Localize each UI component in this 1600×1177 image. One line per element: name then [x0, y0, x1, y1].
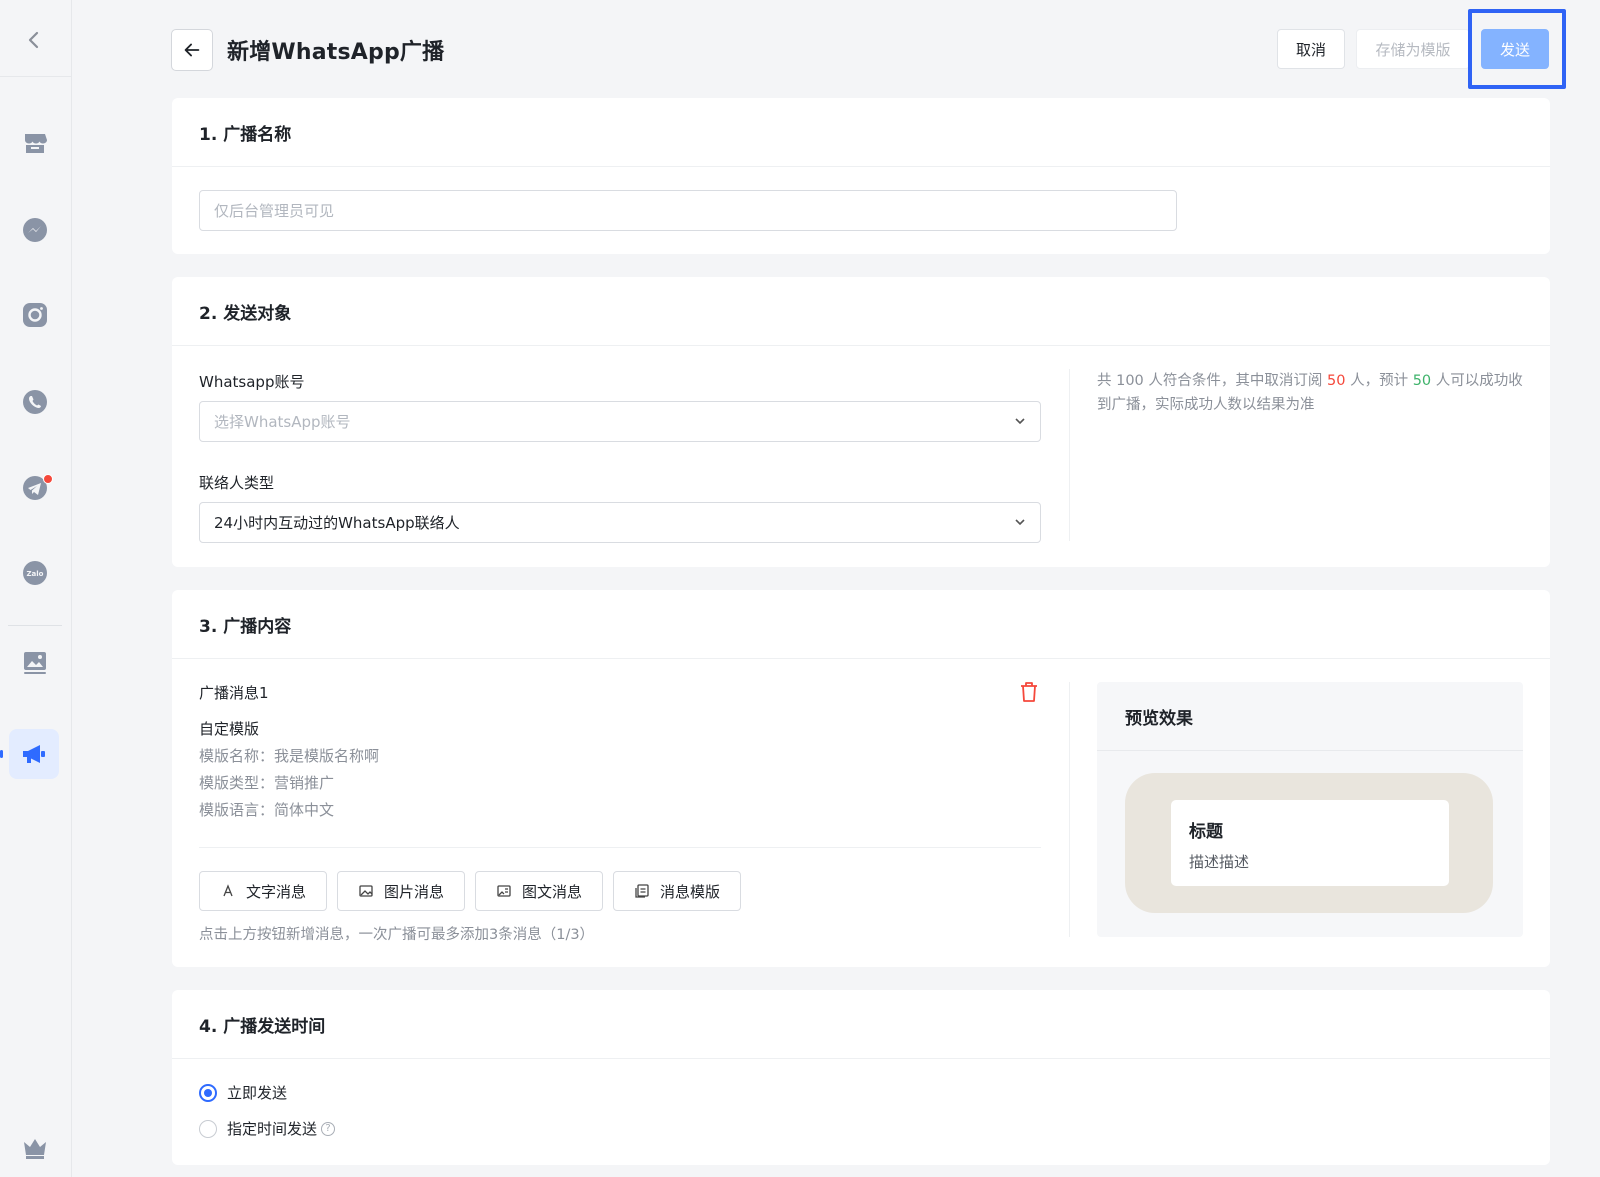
option-label: 立即发送	[227, 1084, 288, 1102]
whatsapp-account-select[interactable]: 选择WhatsApp账号	[199, 401, 1041, 442]
broadcast-content-section: 3. 广播内容 广播消息1 自定模版 模版名称：我是模版名称啊 模版类型：营销推…	[172, 590, 1550, 967]
add-text-message-button[interactable]: 文字消息	[199, 871, 327, 911]
sidebar: Zalo	[0, 0, 72, 1177]
unsubscribed-count: 50	[1327, 373, 1346, 389]
reachable-count: 50	[1412, 373, 1432, 389]
crown-icon[interactable]	[17, 1130, 53, 1166]
preview-title: 预览效果	[1097, 682, 1523, 751]
audience-stats: 共 100 人符合条件，其中取消订阅 50 人，预计 50 人可以成功收到广播，…	[1097, 369, 1537, 417]
zalo-icon[interactable]: Zalo	[17, 555, 53, 591]
image-icon	[359, 885, 373, 897]
bubble-title: 标题	[1189, 822, 1223, 842]
message-title: 广播消息1	[199, 684, 269, 702]
broadcast-name-input[interactable]: 仅后台管理员可见	[199, 190, 1177, 231]
contact-type-value: 24小时内互动过的WhatsApp联络人	[214, 514, 460, 532]
vertical-divider	[1069, 682, 1070, 937]
image-text-icon	[497, 885, 511, 897]
section-title: 2. 发送对象	[172, 277, 1550, 346]
delete-message-icon[interactable]	[1018, 680, 1040, 704]
send-button-highlight	[1468, 9, 1566, 89]
text-icon	[223, 884, 233, 897]
megaphone-icon[interactable]	[9, 729, 59, 779]
cancel-button[interactable]: 取消	[1277, 29, 1345, 69]
stats-text: 人，预计	[1345, 373, 1413, 389]
section-title: 1. 广播名称	[172, 98, 1550, 167]
template-type: 模版类型：营销推广	[199, 774, 335, 792]
add-image-text-message-button[interactable]: 图文消息	[475, 871, 603, 911]
send-time-section: 4. 广播发送时间 立即发送 指定时间发送 ?	[172, 990, 1550, 1165]
send-now-option[interactable]: 立即发送	[199, 1082, 287, 1103]
chat-background: 标题 描述描述	[1125, 773, 1493, 913]
contact-type-select[interactable]: 24小时内互动过的WhatsApp联络人	[199, 502, 1041, 543]
send-target-section: 2. 发送对象 Whatsapp账号 选择WhatsApp账号 联络人类型 24…	[172, 277, 1550, 567]
arrow-left-icon	[184, 43, 200, 57]
collapse-chevron-icon[interactable]	[22, 28, 46, 52]
template-icon	[635, 884, 649, 898]
radio-checked[interactable]	[199, 1083, 217, 1102]
message-bubble: 标题 描述描述	[1171, 800, 1449, 886]
whatsapp-account-label: Whatsapp账号	[199, 373, 305, 391]
bubble-description: 描述描述	[1189, 853, 1250, 871]
add-template-message-button[interactable]: 消息模版	[613, 871, 741, 911]
content-divider	[199, 847, 1041, 848]
button-label: 图片消息	[383, 882, 444, 901]
option-label: 指定时间发送	[227, 1120, 318, 1138]
scheduled-send-option[interactable]: 指定时间发送 ?	[199, 1118, 336, 1139]
svg-text:Zalo: Zalo	[26, 570, 43, 578]
save-as-template-button[interactable]: 存储为模版	[1356, 29, 1470, 69]
radio-unchecked[interactable]	[199, 1119, 217, 1138]
section-title: 4. 广播发送时间	[172, 990, 1550, 1059]
vertical-divider	[1069, 369, 1070, 541]
chevron-down-icon	[1015, 518, 1025, 525]
gallery-icon[interactable]	[17, 645, 53, 681]
sidebar-divider	[8, 625, 62, 626]
template-language: 模版语言：简体中文	[199, 801, 335, 819]
add-image-message-button[interactable]: 图片消息	[337, 871, 465, 911]
back-button[interactable]	[171, 29, 213, 71]
template-kind: 自定模版	[199, 720, 260, 738]
add-message-hint: 点击上方按钮新增消息，一次广播可最多添加3条消息（1/3）	[199, 927, 595, 943]
stats-text: 共 100 人符合条件，其中取消订阅	[1097, 373, 1328, 389]
button-label: 文字消息	[245, 882, 306, 901]
chevron-down-icon	[1015, 417, 1025, 424]
instagram-icon[interactable]	[17, 297, 53, 333]
messenger-icon[interactable]	[17, 212, 53, 248]
contact-type-label: 联络人类型	[199, 474, 275, 492]
button-label: 图文消息	[521, 882, 582, 901]
help-icon[interactable]: ?	[321, 1121, 336, 1136]
preview-panel: 预览效果 标题 描述描述	[1097, 682, 1523, 937]
notification-dot	[43, 474, 53, 484]
page-title: 新增WhatsApp广播	[227, 40, 445, 65]
broadcast-name-section: 1. 广播名称 仅后台管理员可见	[172, 98, 1550, 254]
template-name: 模版名称：我是模版名称啊	[199, 747, 380, 765]
whatsapp-icon[interactable]	[17, 384, 53, 420]
whatsapp-account-placeholder: 选择WhatsApp账号	[214, 413, 351, 431]
section-title: 3. 广播内容	[172, 590, 1550, 659]
sidebar-divider	[0, 76, 71, 77]
active-indicator	[0, 750, 3, 758]
store-icon[interactable]	[17, 125, 53, 161]
button-label: 消息模版	[659, 882, 720, 901]
